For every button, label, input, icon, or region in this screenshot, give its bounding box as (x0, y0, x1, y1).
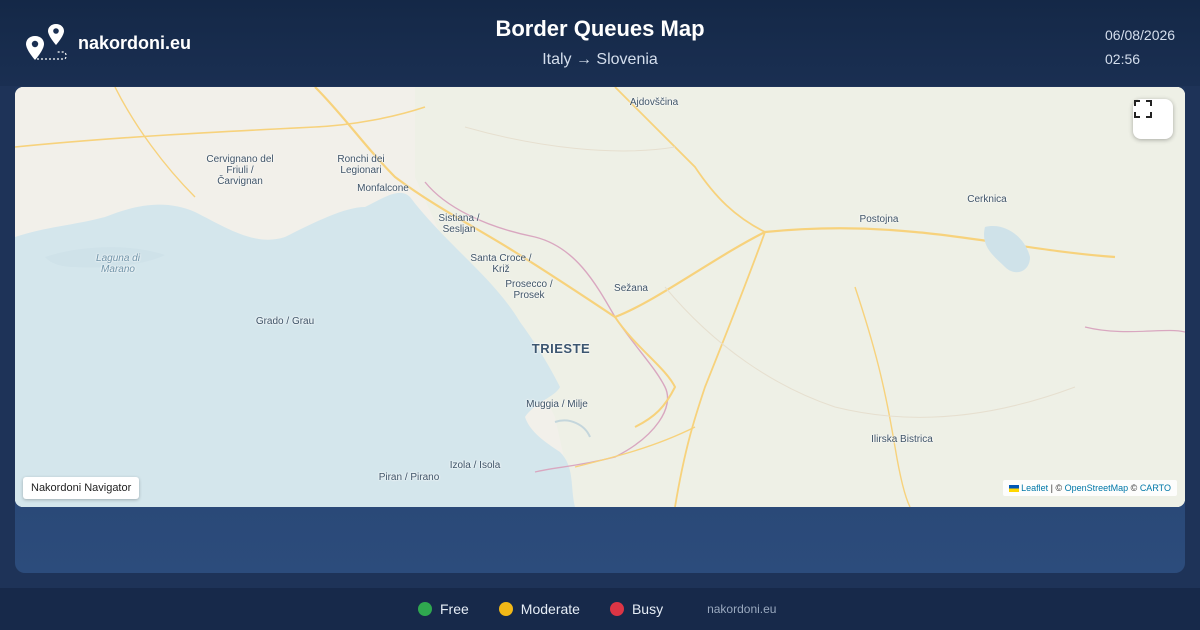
page-title: Border Queues Map (495, 16, 705, 41)
legend-label: Moderate (520, 601, 580, 617)
status-dot-moderate (498, 602, 513, 616)
legend-label: Free (440, 601, 469, 617)
place-label: Izola / Isola (449, 460, 501, 471)
legend-label: Busy (631, 601, 664, 617)
navigator-label: Nakordoni Navigator (23, 477, 140, 499)
attribution-separator: | © (1048, 483, 1065, 493)
place-label: Prosecco / Prosek (505, 279, 553, 301)
place-label: Ajdovščina (629, 97, 679, 108)
fullscreen-icon (1134, 100, 1152, 118)
place-label: Monfalcone (357, 183, 409, 194)
legend: Free Moderate Busy nakordoni.eu (418, 601, 776, 617)
time-text: 02:56 (1105, 51, 1141, 67)
place-label: Postojna (859, 214, 899, 225)
place-label: Muggia / Milje (526, 399, 588, 410)
place-label: Piran / Pirano (378, 472, 440, 483)
title-block: Border Queues Map Italy → Slovenia (0, 16, 1200, 69)
status-dot-busy (609, 602, 624, 616)
datetime: 06/08/2026 02:56 (1105, 23, 1175, 71)
place-label: Cervignano del Friuli / Čarvignan (206, 154, 274, 187)
legend-item-busy: Busy (609, 601, 664, 617)
footer-site-link[interactable]: nakordoni.eu (707, 602, 776, 616)
place-label: Grado / Grau (255, 316, 315, 327)
ukraine-flag-icon (1008, 485, 1019, 493)
place-label: Sistiana / Sesljan (438, 213, 480, 235)
place-label: Ronchi dei Legionari (337, 154, 385, 176)
place-label: Cerknica (967, 194, 1007, 205)
date-text: 06/08/2026 (1105, 27, 1176, 43)
footer: Free Moderate Busy nakordoni.eu (0, 588, 1200, 630)
attribution-separator: © (1128, 483, 1140, 493)
map-view[interactable]: Ajdovščina Cervignano del Friuli / Čarvi… (15, 87, 1185, 507)
status-dot-free (418, 602, 432, 616)
map-base-layer (15, 87, 1185, 507)
osm-link[interactable]: OpenStreetMap (1065, 483, 1129, 493)
leaflet-link[interactable]: Leaflet (1021, 483, 1048, 493)
map-attribution: Leaflet | © OpenStreetMap © CARTO (1002, 480, 1177, 496)
legend-item-moderate: Moderate (498, 601, 580, 617)
route-subtitle: Italy → Slovenia (542, 51, 658, 68)
legend-item-free: Free (418, 601, 469, 617)
carto-link[interactable]: CARTO (1140, 483, 1171, 493)
fullscreen-button[interactable] (1133, 99, 1173, 139)
place-label: Ilirska Bistrica (871, 434, 933, 445)
place-label: Santa Croce / Križ (470, 253, 532, 275)
city-label: TRIESTE (531, 341, 591, 356)
water-label: Laguna di Marano (96, 253, 140, 275)
place-label: Sežana (614, 283, 648, 294)
header: nakordoni.eu Border Queues Map Italy → S… (0, 0, 1200, 86)
